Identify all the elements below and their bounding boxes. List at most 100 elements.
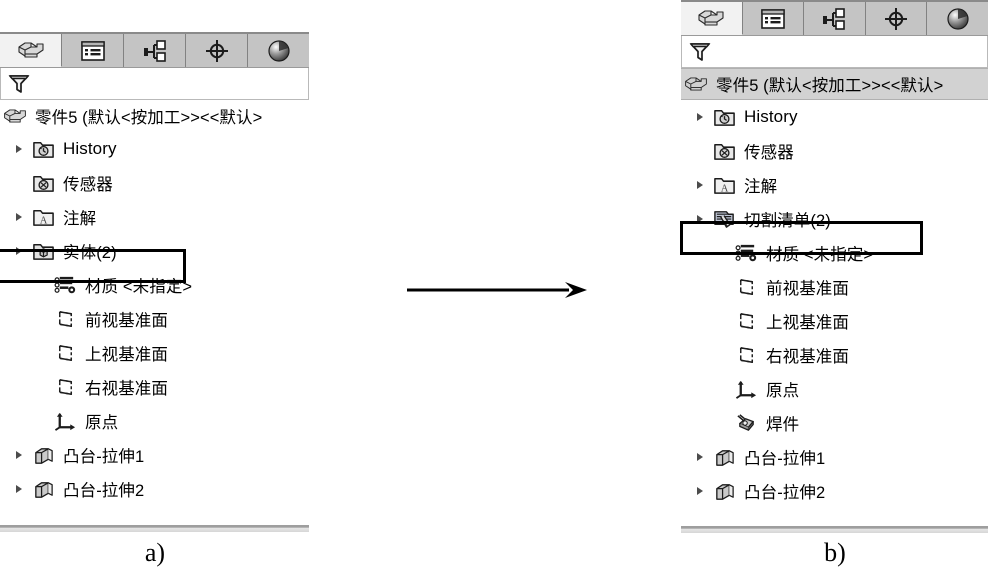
plane-icon [733, 342, 759, 368]
tree-item-前视基准面[interactable]: 前视基准面 [0, 302, 309, 336]
tree-item-传感器[interactable]: 传感器 [681, 134, 988, 168]
plane-icon [733, 308, 759, 334]
tree-item-实体(2)[interactable]: 实体(2) [0, 234, 309, 268]
tree-item-注解[interactable]: A 注解 [0, 200, 309, 234]
tree-item-label: 切割清单(2) [744, 212, 831, 230]
extrude-boss-icon [711, 444, 737, 470]
sensor-folder-icon [30, 170, 56, 196]
panel-bottom-bar-after [681, 526, 988, 533]
annotation-folder-icon: A [30, 204, 56, 230]
configuration-manager-icon [821, 7, 847, 31]
tab-display-manager[interactable] [927, 2, 988, 35]
plane-icon [733, 274, 759, 300]
chevron-right-icon[interactable] [689, 487, 711, 495]
tab-feature-tree[interactable] [0, 34, 62, 67]
tree-item-材质 <未指定>[interactable]: 材质 <未指定> [681, 236, 988, 270]
feature-tree-icon [16, 38, 46, 62]
tree-item-label: 凸台-拉伸2 [744, 484, 826, 502]
tree-item-凸台-拉伸2[interactable]: 凸台-拉伸2 [681, 474, 988, 508]
annotation-folder-icon: A [711, 172, 737, 198]
solid-bodies-folder-icon [30, 238, 56, 264]
feature-manager-panel-before: 零件5 (默认<按加工>><<默认> History 传感器 A 注解实体(2) 材质 … [0, 32, 309, 532]
filter-bar-after[interactable] [681, 35, 988, 68]
extrude-boss-icon [30, 476, 56, 502]
feature-tree-before: History 传感器 A 注解实体(2) 材质 <未指定> 前视基准面上视基准面右视基准… [0, 132, 309, 506]
filter-bar-before[interactable] [0, 67, 309, 100]
tree-item-History[interactable]: History [681, 100, 988, 134]
tree-item-凸台-拉伸1[interactable]: 凸台-拉伸1 [681, 440, 988, 474]
tree-item-label: 原点 [85, 414, 119, 432]
tree-item-材质 <未指定>[interactable]: 材质 <未指定> [0, 268, 309, 302]
tree-item-label: 材质 <未指定> [766, 246, 874, 264]
tree-item-前视基准面[interactable]: 前视基准面 [681, 270, 988, 304]
weldment-icon [733, 410, 759, 436]
property-manager-icon [80, 40, 106, 62]
tree-item-原点[interactable]: 原点 [681, 372, 988, 406]
panel-bottom-bar-before [0, 525, 309, 532]
tree-item-凸台-拉伸1[interactable]: 凸台-拉伸1 [0, 438, 309, 472]
part-title-row-before[interactable]: 零件5 (默认<按加工>><<默认> [0, 100, 309, 132]
part-title-label: 零件5 (默认<按加工>><<默认> [716, 77, 944, 95]
tree-item-label: History [744, 107, 798, 126]
tree-item-焊件[interactable]: 焊件 [681, 406, 988, 440]
tree-item-History[interactable]: History [0, 132, 309, 166]
material-icon [733, 240, 759, 266]
tab-dimxpert-manager[interactable] [186, 34, 248, 67]
tree-item-label: 凸台-拉伸1 [744, 450, 826, 468]
chevron-right-icon[interactable] [8, 145, 30, 153]
chevron-right-icon[interactable] [8, 213, 30, 221]
tab-property-manager[interactable] [62, 34, 124, 67]
tree-item-label: 凸台-拉伸1 [63, 448, 145, 466]
tree-item-label: 前视基准面 [85, 312, 168, 330]
tree-item-上视基准面[interactable]: 上视基准面 [0, 336, 309, 370]
feature-tree-icon [696, 6, 726, 30]
tree-item-label: 原点 [766, 382, 800, 400]
tree-item-右视基准面[interactable]: 右视基准面 [681, 338, 988, 372]
tab-bar-before [0, 32, 309, 68]
chevron-right-icon[interactable] [689, 453, 711, 461]
tree-item-上视基准面[interactable]: 上视基准面 [681, 304, 988, 338]
display-manager-icon [945, 6, 971, 32]
tree-item-凸台-拉伸2[interactable]: 凸台-拉伸2 [0, 472, 309, 506]
tree-item-注解[interactable]: A 注解 [681, 168, 988, 202]
tree-item-label: 上视基准面 [85, 346, 168, 364]
filter-input-after[interactable] [713, 35, 987, 68]
caption-b: b) [824, 538, 846, 567]
chevron-right-icon[interactable] [689, 181, 711, 189]
tree-item-切割清单(2)[interactable]: 切割清单(2) [681, 202, 988, 236]
tab-dimxpert-manager[interactable] [865, 2, 928, 35]
extrude-boss-icon [711, 478, 737, 504]
tree-item-label: 实体(2) [63, 244, 117, 262]
caption-a: a) [144, 538, 166, 567]
tab-configuration-manager[interactable] [804, 2, 866, 35]
chevron-right-icon[interactable] [689, 113, 711, 121]
tree-item-label: 右视基准面 [85, 380, 168, 398]
tree-item-label: 材质 <未指定> [85, 278, 193, 296]
tab-configuration-manager[interactable] [124, 34, 186, 67]
tab-property-manager[interactable] [742, 2, 805, 35]
tree-item-传感器[interactable]: 传感器 [0, 166, 309, 200]
history-folder-icon [711, 104, 737, 130]
chevron-right-icon[interactable] [8, 247, 30, 255]
plane-icon [52, 340, 78, 366]
property-manager-icon [760, 8, 786, 30]
chevron-right-icon[interactable] [8, 485, 30, 493]
tree-item-右视基准面[interactable]: 右视基准面 [0, 370, 309, 404]
tab-bar-after [681, 0, 988, 36]
tree-item-label: History [63, 139, 117, 158]
tab-feature-tree[interactable] [681, 2, 743, 35]
transformation-arrow [405, 272, 595, 308]
tab-display-manager[interactable] [248, 34, 309, 67]
dimxpert-manager-icon [204, 38, 230, 64]
tree-item-label: 焊件 [766, 416, 800, 434]
chevron-right-icon[interactable] [689, 215, 711, 223]
svg-text:A: A [39, 215, 47, 226]
filter-input-before[interactable] [32, 67, 308, 100]
svg-text:A: A [720, 183, 728, 194]
tree-item-label: 传感器 [744, 144, 794, 162]
chevron-right-icon[interactable] [8, 451, 30, 459]
feature-tree-after: History 传感器 A 注解切割清单(2) 材质 <未指定> 前视基准面 上视基准面 右视… [681, 100, 988, 508]
part-title-row-after[interactable]: 零件5 (默认<按加工>><<默认> [681, 68, 988, 100]
tree-item-label: 传感器 [63, 176, 113, 194]
tree-item-原点[interactable]: 原点 [0, 404, 309, 438]
